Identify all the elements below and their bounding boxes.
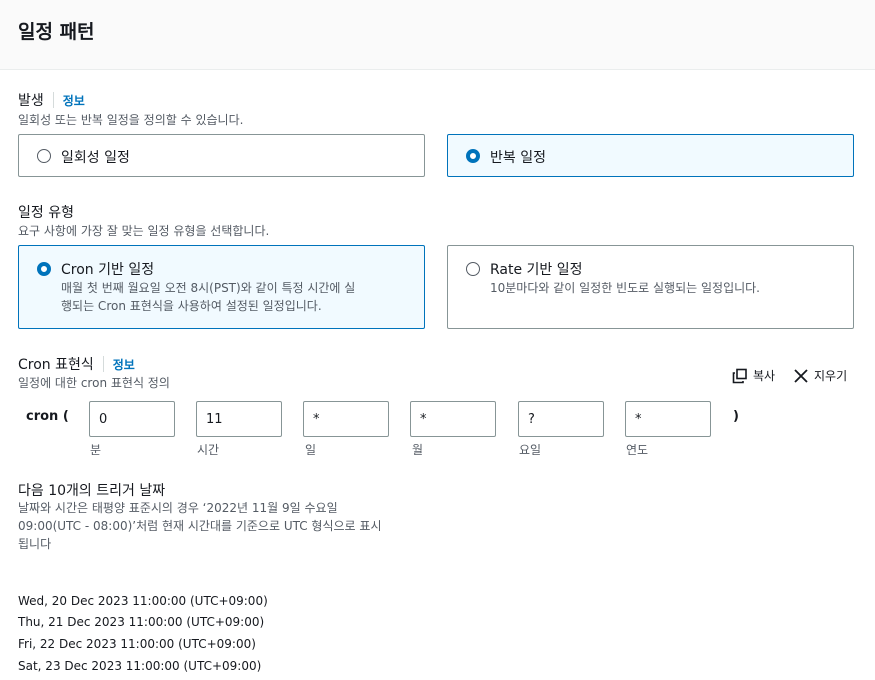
trigger-date-item: Sat, 23 Dec 2023 11:00:00 (UTC+09:00) (18, 659, 262, 673)
trigger-date-item: Fri, 22 Dec 2023 11:00:00 (UTC+09:00) (18, 637, 256, 651)
cron-day-of-month-label: 일 (305, 443, 317, 457)
cron-info-link[interactable]: 정보 (113, 356, 135, 373)
occurrence-label-row: 발생 정보 (18, 90, 85, 110)
cron-hours-input[interactable] (196, 401, 282, 437)
info-separator (52, 92, 54, 108)
one-time-schedule-option[interactable]: 일회성 일정 (18, 134, 425, 177)
cron-expression-label-row: Cron 표현식 정보 (18, 354, 135, 374)
schedule-type-description: 요구 사항에 가장 잘 맞는 일정 유형을 선택합니다. (18, 224, 270, 238)
cron-hours-label: 시간 (197, 443, 220, 457)
trigger-date-item: Wed, 20 Dec 2023 11:00:00 (UTC+09:00) (18, 594, 268, 608)
copy-label: 복사 (753, 369, 776, 383)
radio-button[interactable] (466, 262, 480, 276)
rate-schedule-option[interactable]: Rate 기반 일정 10분마다와 같이 일정한 빈도로 실행되는 일정입니다. (447, 245, 854, 329)
cron-schedule-description-line2: 행되는 Cron 표현식을 사용하여 설정된 일정입니다. (61, 299, 322, 313)
close-icon (794, 368, 808, 383)
panel-header: 일정 패턴 (0, 0, 875, 70)
radio-button[interactable] (37, 149, 51, 163)
cron-day-of-month-input[interactable] (303, 401, 389, 437)
cron-month-label: 월 (412, 443, 424, 457)
next-triggers-description-line3: 됩니다 (18, 537, 52, 551)
schedule-type-label: 일정 유형 (18, 205, 74, 221)
occurrence-label: 발생 (18, 93, 44, 109)
clear-label: 지우기 (814, 369, 848, 383)
cron-expression-label: Cron 표현식 (18, 357, 94, 373)
cron-schedule-description-line1: 매월 첫 번째 월요일 오전 8시(PST)와 같이 특정 시간에 실 (61, 281, 356, 295)
cron-minutes-input[interactable] (89, 401, 175, 437)
rate-schedule-description: 10분마다와 같이 일정한 빈도로 실행되는 일정입니다. (490, 281, 760, 295)
occurrence-description: 일회성 또는 반복 일정을 정의할 수 있습니다. (18, 113, 244, 127)
trigger-date-item: Thu, 21 Dec 2023 11:00:00 (UTC+09:00) (18, 615, 265, 629)
next-triggers-description-line2: 09:00(UTC - 08:00)’처럼 현재 시간대를 기준으로 UTC 형… (18, 519, 382, 533)
recurring-schedule-label: 반복 일정 (490, 150, 546, 166)
cron-schedule-label: Cron 기반 일정 (61, 262, 155, 278)
cron-day-of-week-label: 요일 (519, 443, 542, 457)
cron-prefix: cron ( (26, 409, 69, 424)
cron-schedule-option[interactable]: Cron 기반 일정 매월 첫 번째 월요일 오전 8시(PST)와 같이 특정… (18, 245, 425, 329)
cron-day-of-week-input[interactable] (518, 401, 604, 437)
copy-button[interactable]: 복사 (732, 367, 775, 384)
next-triggers-title: 다음 10개의 트리거 날짜 (18, 483, 166, 499)
clear-button[interactable]: 지우기 (793, 367, 847, 384)
cron-year-input[interactable] (625, 401, 711, 437)
occurrence-info-link[interactable]: 정보 (63, 92, 85, 109)
rate-schedule-label: Rate 기반 일정 (490, 262, 583, 278)
one-time-schedule-label: 일회성 일정 (61, 150, 130, 166)
cron-year-label: 연도 (626, 443, 649, 457)
cron-suffix: ) (733, 409, 739, 424)
next-triggers-description-line1: 날짜와 시간은 태평양 표준시의 경우 ‘2022년 11월 9일 수요일 (18, 501, 338, 515)
recurring-schedule-option[interactable]: 반복 일정 (447, 134, 854, 177)
cron-expression-description: 일정에 대한 cron 표현식 정의 (18, 376, 170, 390)
radio-button-selected[interactable] (466, 149, 480, 163)
schedule-type-label-row: 일정 유형 (18, 202, 74, 222)
radio-button-selected[interactable] (37, 262, 51, 276)
cron-minutes-label: 분 (90, 443, 102, 457)
page-title: 일정 패턴 (18, 21, 95, 43)
copy-icon (732, 368, 747, 383)
info-separator (102, 356, 104, 372)
cron-month-input[interactable] (410, 401, 496, 437)
